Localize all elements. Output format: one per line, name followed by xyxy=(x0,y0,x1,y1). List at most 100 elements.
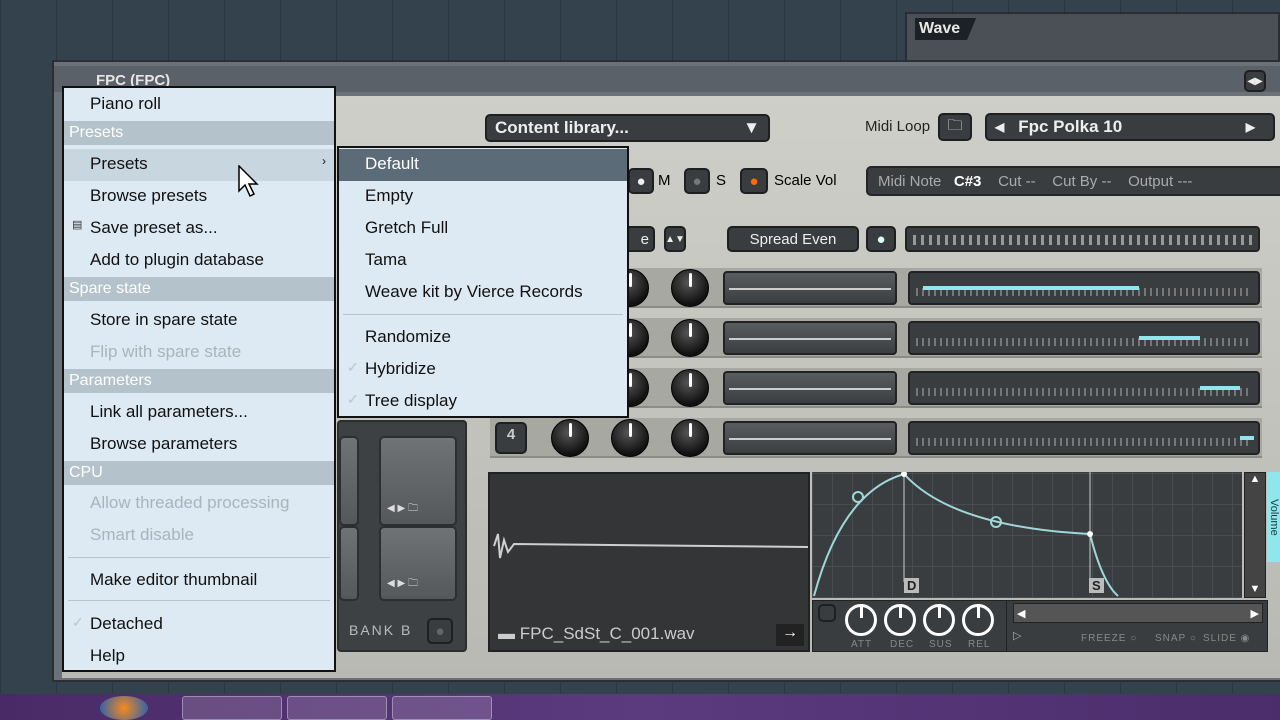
arrow-right-icon[interactable]: → xyxy=(776,624,804,646)
velocity-range-bar[interactable] xyxy=(908,321,1260,355)
knob[interactable] xyxy=(671,419,709,457)
arrow-left-icon[interactable]: ◀ xyxy=(995,120,1004,134)
submenu-item-preset[interactable]: Gretch Full xyxy=(339,213,627,245)
decay-marker[interactable]: D xyxy=(904,578,920,593)
spread-even-button[interactable]: Spread Even xyxy=(727,226,859,252)
midi-note-label: Midi Note xyxy=(878,173,942,190)
layer-number: 4 xyxy=(495,422,527,454)
taskbar-button[interactable] xyxy=(182,696,282,720)
sample-waveform: ▬ FPC_SdSt_C_001.wav → xyxy=(488,472,810,652)
volume-tab-label: Volume xyxy=(1268,498,1280,536)
envelope-curve[interactable] xyxy=(812,472,1242,598)
drum-pad[interactable] xyxy=(339,436,359,526)
waveform-graphic xyxy=(493,533,808,559)
solo-led[interactable]: ● xyxy=(684,168,710,194)
snap-toggle[interactable]: SNAP ○ xyxy=(1155,633,1197,644)
knob[interactable] xyxy=(551,419,589,457)
context-menu: Piano roll Presets Presets › Browse prese… xyxy=(62,86,336,672)
firefox-icon[interactable] xyxy=(100,696,148,720)
bank-toggle[interactable]: ● xyxy=(427,618,453,644)
volume-tab[interactable]: Volume xyxy=(1267,472,1280,562)
slide-toggle[interactable]: SLIDE ◉ xyxy=(1203,633,1250,644)
stepper-icon[interactable]: ▲▼ xyxy=(664,226,686,252)
knob[interactable] xyxy=(671,269,709,307)
cut-by-value[interactable]: -- xyxy=(1101,173,1111,190)
submenu-item-randomize[interactable]: Randomize xyxy=(339,322,627,354)
submenu-item-preset[interactable]: Tama xyxy=(339,245,627,277)
envelope-toggle[interactable] xyxy=(818,604,836,622)
mute-led[interactable]: ● xyxy=(628,168,654,194)
menu-item-detached[interactable]: ✓ Detached xyxy=(64,609,334,641)
sample-filename-row[interactable]: ▬ FPC_SdSt_C_001.wav xyxy=(498,624,695,644)
taskbar-button[interactable] xyxy=(392,696,492,720)
layer-mode-label: e xyxy=(640,230,649,248)
submenu-item-preset[interactable]: Empty xyxy=(339,181,627,213)
play-icon[interactable]: ▷ xyxy=(1013,629,1021,642)
wave-panel-title: Wave xyxy=(915,18,977,40)
velocity-range-bar[interactable] xyxy=(908,421,1260,455)
menu-item-help[interactable]: Help xyxy=(64,641,334,673)
knob[interactable] xyxy=(671,369,709,407)
submenu-item-preset[interactable]: Weave kit by Vierce Records xyxy=(339,277,627,309)
scale-vol-label: Scale Vol xyxy=(774,172,837,189)
velocity-range-fill xyxy=(922,286,1140,290)
sustain-marker[interactable]: S xyxy=(1089,578,1104,593)
freeze-toggle[interactable]: FREEZE ○ xyxy=(1081,633,1137,644)
layer-strip[interactable] xyxy=(905,226,1260,252)
envelope-knob-dec[interactable] xyxy=(884,604,916,636)
menu-separator xyxy=(68,557,330,558)
envelope-editor[interactable]: D S xyxy=(812,472,1242,598)
output-value[interactable]: --- xyxy=(1177,173,1192,190)
velocity-range-bar[interactable] xyxy=(908,371,1260,405)
layer-slider[interactable] xyxy=(723,321,897,355)
taskbar-button[interactable] xyxy=(287,696,387,720)
menu-header-presets: Presets xyxy=(64,121,334,145)
arrow-up-icon[interactable]: ▲ xyxy=(1245,473,1265,485)
menu-item-presets[interactable]: Presets › xyxy=(64,149,334,181)
submenu-item-preset[interactable]: Default xyxy=(339,149,627,181)
velocity-range-fill xyxy=(1240,436,1254,440)
submenu-item-tree-display[interactable]: ✓ Tree display xyxy=(339,386,627,418)
cut-label: Cut xyxy=(998,173,1022,190)
folder-icon[interactable]: 🗀 xyxy=(938,113,972,141)
menu-item-editor-thumbnail[interactable]: Make editor thumbnail xyxy=(64,565,334,597)
pad-nav-icons[interactable]: ◀ ▶ 🗀 xyxy=(387,576,418,593)
velocity-range-bar[interactable] xyxy=(908,271,1260,305)
layer-slider[interactable] xyxy=(723,421,897,455)
envelope-hscroll[interactable]: ◀ ▶ xyxy=(1013,603,1263,623)
scale-vol-led[interactable]: ● xyxy=(740,168,768,194)
menu-item-link-parameters[interactable]: Link all parameters... xyxy=(64,397,334,429)
layer-slider[interactable] xyxy=(723,271,897,305)
arrow-down-icon[interactable]: ▼ xyxy=(1245,583,1265,595)
submenu-item-hybridize[interactable]: ✓ Hybridize xyxy=(339,354,627,386)
drum-pad[interactable]: ◀ ▶ 🗀 xyxy=(379,436,457,526)
save-icon: ▤ xyxy=(72,219,83,231)
menu-item-add-plugin-database[interactable]: Add to plugin database xyxy=(64,245,334,277)
layer-row xyxy=(490,418,1262,458)
knob[interactable] xyxy=(611,419,649,457)
envelope-scrollbar[interactable]: ▲ ▼ xyxy=(1244,472,1266,598)
menu-item-save-preset[interactable]: ▤ Save preset as... xyxy=(64,213,334,245)
midi-loop-selector[interactable]: ◀ Fpc Polka 10 ▶ xyxy=(985,113,1275,141)
menu-item-browse-parameters[interactable]: Browse parameters xyxy=(64,429,334,461)
menu-item-piano-roll[interactable]: Piano roll xyxy=(64,89,334,121)
envelope-knob-att[interactable] xyxy=(845,604,877,636)
layer-led[interactable]: ● xyxy=(866,226,896,252)
knob[interactable] xyxy=(671,319,709,357)
layer-slider[interactable] xyxy=(723,371,897,405)
midi-loop-label: Midi Loop xyxy=(865,118,931,135)
menu-item-store-spare[interactable]: Store in spare state xyxy=(64,305,334,337)
arrow-right-icon[interactable]: ▶ xyxy=(1246,120,1255,134)
envelope-knob-rel[interactable] xyxy=(962,604,994,636)
drum-pad[interactable] xyxy=(339,526,359,601)
cut-value[interactable]: -- xyxy=(1026,173,1036,190)
midi-note-value[interactable]: C#3 xyxy=(954,173,982,190)
envelope-knob-sus[interactable] xyxy=(923,604,955,636)
velocity-range-fill xyxy=(1199,386,1241,390)
envelope-knob-label: REL xyxy=(968,639,991,650)
drum-pad[interactable]: ◀ ▶ 🗀 xyxy=(379,526,457,601)
menu-item-browse-presets[interactable]: Browse presets xyxy=(64,181,334,213)
pad-nav-icons[interactable]: ◀ ▶ 🗀 xyxy=(387,501,418,518)
content-library-dropdown[interactable]: Content library... ▼ xyxy=(485,114,770,142)
window-arrows-button[interactable]: ◀▶ xyxy=(1244,70,1266,92)
